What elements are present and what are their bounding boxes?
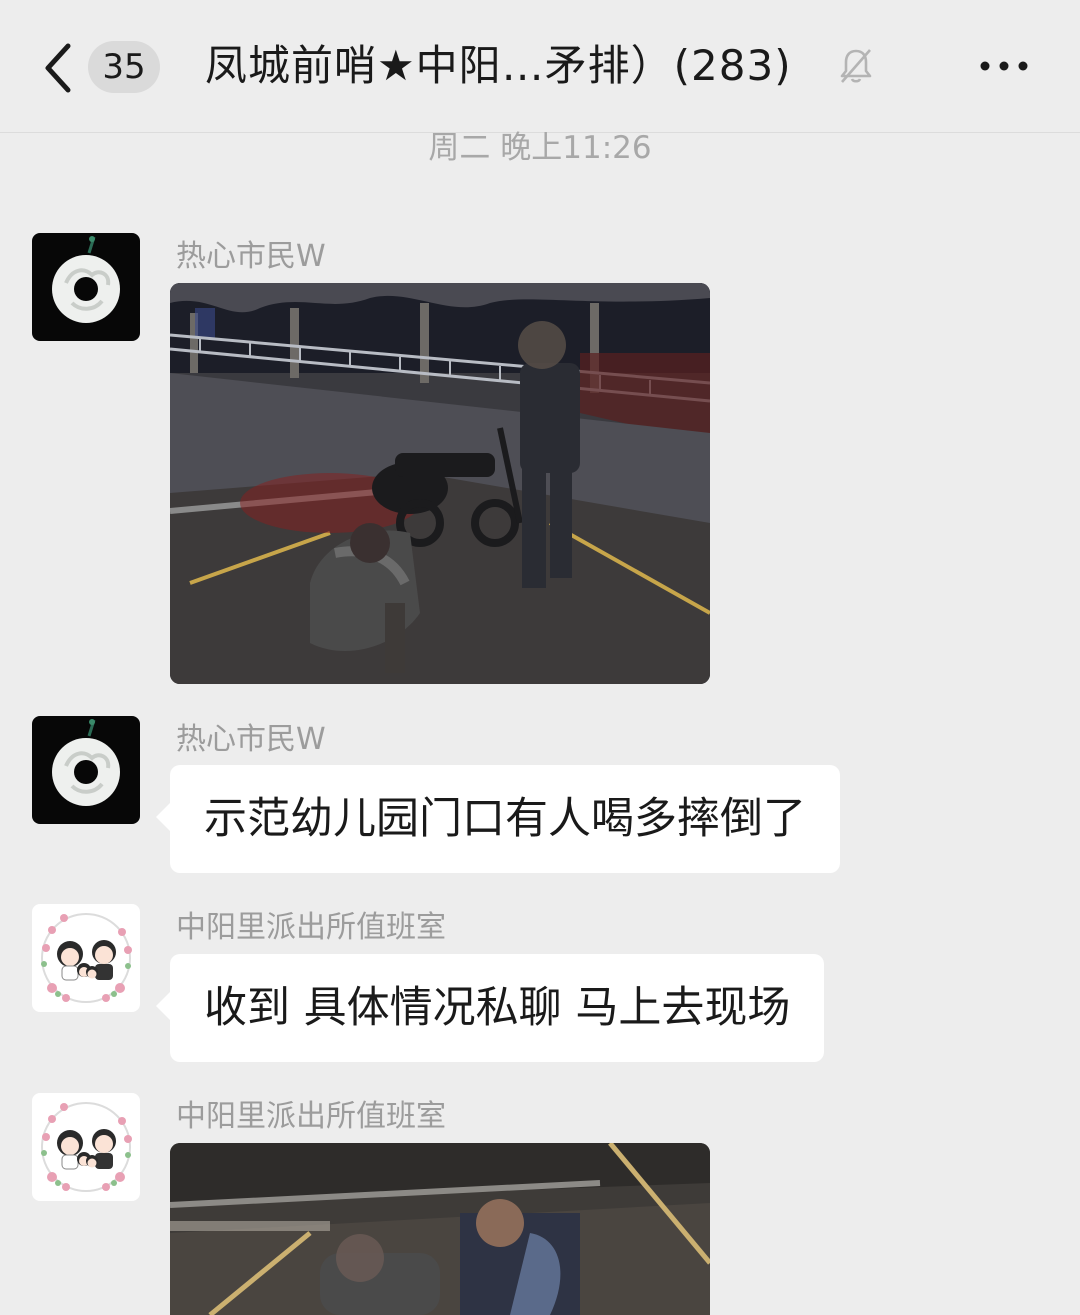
jade-pendant-avatar-icon: [52, 236, 120, 323]
family-cartoon-avatar-icon: [41, 1102, 132, 1192]
night-street-photo: [170, 283, 710, 684]
chevron-left-icon: [45, 43, 71, 93]
image-message[interactable]: [170, 283, 710, 684]
avatar[interactable]: [32, 904, 140, 1012]
ellipsis-icon: [980, 61, 1028, 71]
image-message[interactable]: [170, 1143, 710, 1315]
chat-header: 35 凤城前哨★中阳…矛排）(283): [0, 0, 1080, 133]
chat-title[interactable]: 凤城前哨★中阳…矛排）(283): [205, 38, 792, 94]
sender-name: 热心市民W: [176, 722, 326, 757]
jade-pendant-avatar-icon: [52, 719, 120, 806]
family-cartoon-avatar-icon: [41, 913, 132, 1003]
unread-count-badge[interactable]: 35: [88, 41, 160, 93]
text-message-bubble[interactable]: 示范幼儿园门口有人喝多摔倒了: [156, 765, 840, 873]
sender-name: 中阳里派出所值班室: [176, 910, 446, 945]
night-street-photo: [170, 1143, 710, 1315]
bell-muted-icon: [836, 46, 876, 86]
avatar[interactable]: [32, 233, 140, 341]
text-message-bubble[interactable]: 收到 具体情况私聊 马上去现场: [155, 954, 825, 1062]
avatar[interactable]: [32, 716, 140, 824]
back-button[interactable]: [36, 38, 86, 98]
more-options-button[interactable]: [975, 54, 1035, 78]
avatar[interactable]: [32, 1093, 140, 1201]
sender-name: 热心市民W: [176, 239, 326, 274]
message-timestamp: 周二 晚上11:26: [428, 130, 652, 166]
sender-name: 中阳里派出所值班室: [176, 1099, 446, 1134]
